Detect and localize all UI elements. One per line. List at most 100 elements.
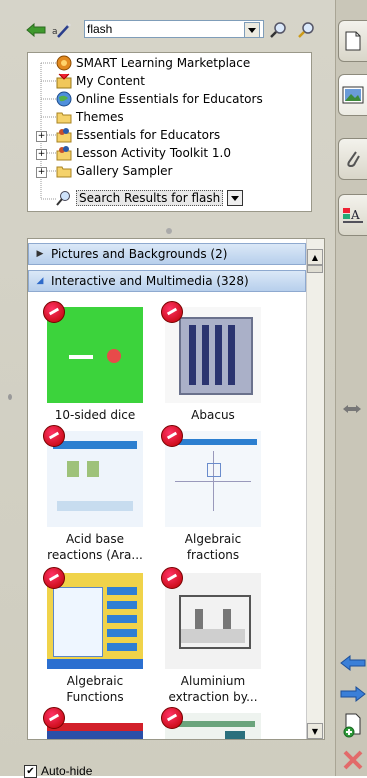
item-thumbnail [43, 567, 143, 669]
search-icon [56, 191, 70, 206]
expand-lesson-toolkit-button[interactable]: + [36, 149, 47, 160]
marketplace-icon [56, 55, 72, 71]
flash-badge-icon [161, 567, 183, 589]
magnifier-pen-icon[interactable] [296, 20, 316, 40]
gallery-item-partial-1[interactable] [30, 707, 160, 739]
people-folder-icon [56, 146, 72, 161]
scroll-thumb[interactable] [307, 265, 323, 273]
tree-item-label: Essentials for Educators [76, 128, 221, 142]
chevron-down-icon [248, 27, 256, 33]
item-label: Algebraic [66, 674, 124, 688]
item-label-line2: extraction by... [168, 690, 258, 704]
scroll-up-button[interactable]: ▲ [307, 249, 323, 265]
back-arrow-icon[interactable] [26, 20, 46, 40]
flash-badge-icon [43, 567, 65, 589]
gallery-item-abacus[interactable]: Abacus [148, 301, 278, 423]
flash-badge-icon [43, 301, 65, 323]
panel-resize-dot[interactable] [8, 394, 12, 400]
tree-item-online-essentials[interactable]: Online Essentials for Educators [56, 90, 263, 108]
people-folder-icon [56, 128, 72, 143]
tree-item-search-results[interactable]: Search Results for flash [56, 189, 244, 207]
category-label: Interactive and Multimedia (328) [51, 274, 249, 288]
tab-attachments[interactable] [338, 138, 367, 180]
move-right-icon[interactable] [340, 685, 366, 703]
item-thumbnail [161, 301, 261, 403]
category-interactive-multimedia[interactable]: ◢ Interactive and Multimedia (328) [28, 270, 306, 292]
gallery-item-algebraic-functions[interactable]: Algebraic Functions [30, 567, 160, 705]
item-thumbnail [161, 707, 261, 739]
item-thumbnail [43, 301, 143, 403]
folder-icon [56, 166, 72, 178]
item-thumbnail [43, 707, 143, 739]
magnifier-icon[interactable] [268, 20, 288, 40]
item-thumbnail [161, 425, 261, 527]
globe-icon [56, 91, 72, 107]
tree-item-themes[interactable]: Themes [56, 108, 124, 126]
collapse-arrow-icon: ◢ [36, 276, 44, 286]
gallery-item-aluminium-extraction[interactable]: Aluminium extraction by... [148, 567, 278, 705]
item-thumbnail [161, 567, 261, 669]
item-label: Abacus [191, 408, 235, 422]
delete-icon[interactable] [342, 748, 364, 772]
svg-text:A: A [350, 208, 360, 222]
tree-item-label: My Content [76, 74, 145, 88]
flash-badge-icon [161, 425, 183, 447]
tree-item-label: Lesson Activity Toolkit 1.0 [76, 146, 232, 160]
gallery-item-partial-2[interactable] [148, 707, 278, 739]
tree-item-label: Themes [76, 110, 124, 124]
item-label: Algebraic [184, 532, 242, 546]
svg-text:a: a [52, 27, 58, 37]
gallery-panel: a + + + SMART Learning M [0, 0, 335, 778]
flash-badge-icon [161, 707, 183, 729]
add-page-icon[interactable] [342, 712, 364, 738]
expand-gallery-sampler-button[interactable]: + [36, 167, 47, 178]
item-label: Acid base [66, 532, 124, 546]
search-history-dropdown[interactable] [244, 22, 260, 38]
gallery-icon [342, 86, 364, 104]
properties-icon: A [343, 208, 363, 223]
gallery-scrollbar[interactable]: ▲ ▼ [306, 239, 324, 739]
folder-icon [56, 112, 72, 124]
flash-badge-icon [161, 301, 183, 323]
gallery-item-acid-base-reactions[interactable]: Acid base reactions (Ara... [30, 425, 160, 563]
tree-item-my-content[interactable]: My Content [56, 72, 145, 90]
tree-item-label: SMART Learning Marketplace [76, 56, 251, 70]
page-sorter-icon [345, 31, 361, 51]
item-label-line2: Functions [66, 690, 124, 704]
expand-essentials-button[interactable]: + [36, 131, 47, 142]
item-label: Aluminium [180, 674, 246, 688]
search-results-menu-button[interactable] [227, 190, 244, 206]
search-input[interactable] [84, 20, 264, 38]
tree-item-label: Online Essentials for Educators [76, 92, 263, 106]
tree-item-marketplace[interactable]: SMART Learning Marketplace [56, 54, 250, 72]
tab-properties[interactable]: A [338, 194, 367, 236]
splitter-grip[interactable] [166, 228, 172, 234]
item-label: 10-sided dice [54, 408, 136, 422]
category-label: Pictures and Backgrounds (2) [51, 247, 228, 261]
tab-page-sorter[interactable] [338, 20, 367, 62]
flash-badge-icon [43, 707, 65, 729]
tree-item-essentials[interactable]: Essentials for Educators [56, 126, 220, 144]
tree-item-label: Search Results for flash [76, 190, 224, 206]
scroll-down-button[interactable]: ▼ [307, 723, 323, 739]
resize-arrows-icon[interactable] [341, 402, 363, 416]
magic-pen-icon[interactable]: a [52, 20, 72, 40]
attachments-icon [347, 151, 360, 168]
gallery-item-10-sided-dice[interactable]: 10-sided dice [30, 301, 160, 423]
tree-item-lesson-toolkit[interactable]: Lesson Activity Toolkit 1.0 [56, 144, 231, 162]
flash-badge-icon [43, 425, 65, 447]
tree-item-label: Gallery Sampler [76, 164, 173, 178]
expand-arrow-icon: ▶ [36, 249, 44, 259]
gallery-toolbar: a [22, 18, 332, 44]
item-thumbnail [43, 425, 143, 527]
tree-item-gallery-sampler[interactable]: Gallery Sampler [56, 162, 172, 180]
gallery-content-area: ▶ Pictures and Backgrounds (2) ◢ Interac… [27, 238, 325, 740]
move-left-icon[interactable] [340, 654, 366, 672]
item-label-line2: fractions [186, 548, 240, 562]
my-content-icon [56, 73, 72, 89]
gallery-item-algebraic-fractions[interactable]: Algebraic fractions [148, 425, 278, 563]
side-tab-bar: A [335, 0, 367, 776]
tab-gallery[interactable] [338, 74, 367, 116]
category-pictures-backgrounds[interactable]: ▶ Pictures and Backgrounds (2) [28, 243, 306, 265]
gallery-tree: + + + SMART Learning Marketplace My Cont… [27, 52, 312, 212]
